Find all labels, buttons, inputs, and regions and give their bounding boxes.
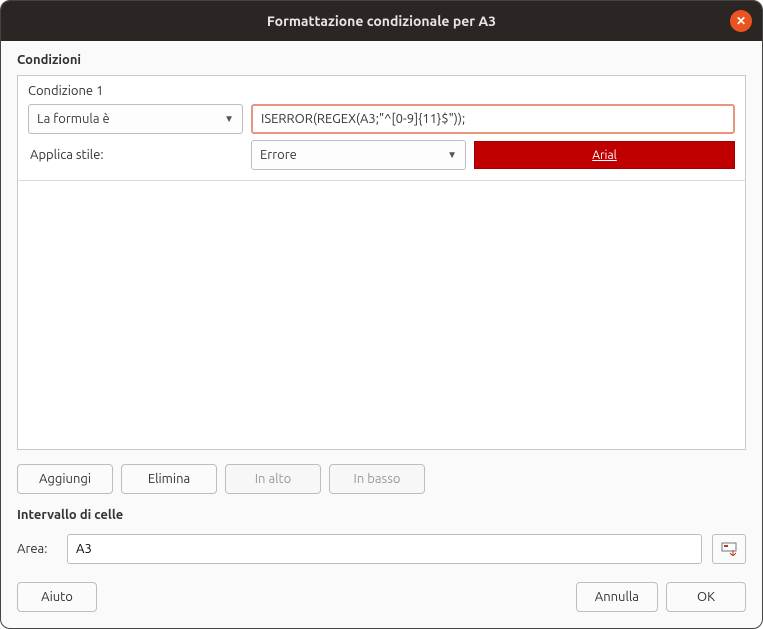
conditions-section-title: Condizioni [17,53,746,67]
chevron-down-icon: ▼ [224,113,234,125]
move-down-button: In basso [329,464,425,494]
apply-style-label: Applica stile: [28,148,243,162]
condition-type-dropdown[interactable]: La formula è ▼ [28,104,243,134]
range-input[interactable] [67,534,702,564]
titlebar: Formattazione condizionale per A3 ✕ [1,1,762,41]
content-area: Condizioni Condizione 1 La formula è ▼ A… [1,41,762,628]
conditions-panel: Condizione 1 La formula è ▼ Applica stil… [17,75,746,450]
window-title: Formattazione condizionale per A3 [267,13,496,29]
shrink-reference-button[interactable] [712,534,746,564]
range-label: Area: [17,542,57,556]
condition-block-1[interactable]: Condizione 1 La formula è ▼ Applica stil… [18,76,745,181]
shrink-icon [721,542,737,556]
condition-buttons-row: Aggiungi Elimina In alto In basso [17,464,746,494]
condition-type-value: La formula è [37,112,110,126]
condition-type-row: La formula è ▼ [28,104,735,134]
formula-input[interactable] [251,104,735,134]
footer-buttons-row: Aiuto Annulla OK [17,582,746,612]
move-up-button: In alto [225,464,321,494]
delete-button[interactable]: Elimina [121,464,217,494]
apply-style-row: Applica stile: Errore ▼ Arial [28,140,735,170]
range-row: Area: [17,534,746,564]
range-section-title: Intervallo di celle [17,508,746,522]
style-preview-text: Arial [592,149,617,162]
style-selected-value: Errore [260,148,297,162]
spacer [97,582,576,612]
help-button[interactable]: Aiuto [17,582,97,612]
add-button[interactable]: Aggiungi [17,464,113,494]
dialog-window: Formattazione condizionale per A3 ✕ Cond… [0,0,763,629]
close-button[interactable]: ✕ [730,10,752,32]
style-preview: Arial [474,141,735,169]
chevron-down-icon: ▼ [447,149,457,161]
condition-title: Condizione 1 [28,84,735,98]
style-dropdown[interactable]: Errore ▼ [251,140,466,170]
ok-button[interactable]: OK [666,582,746,612]
close-icon: ✕ [736,14,746,28]
cancel-button[interactable]: Annulla [576,582,658,612]
